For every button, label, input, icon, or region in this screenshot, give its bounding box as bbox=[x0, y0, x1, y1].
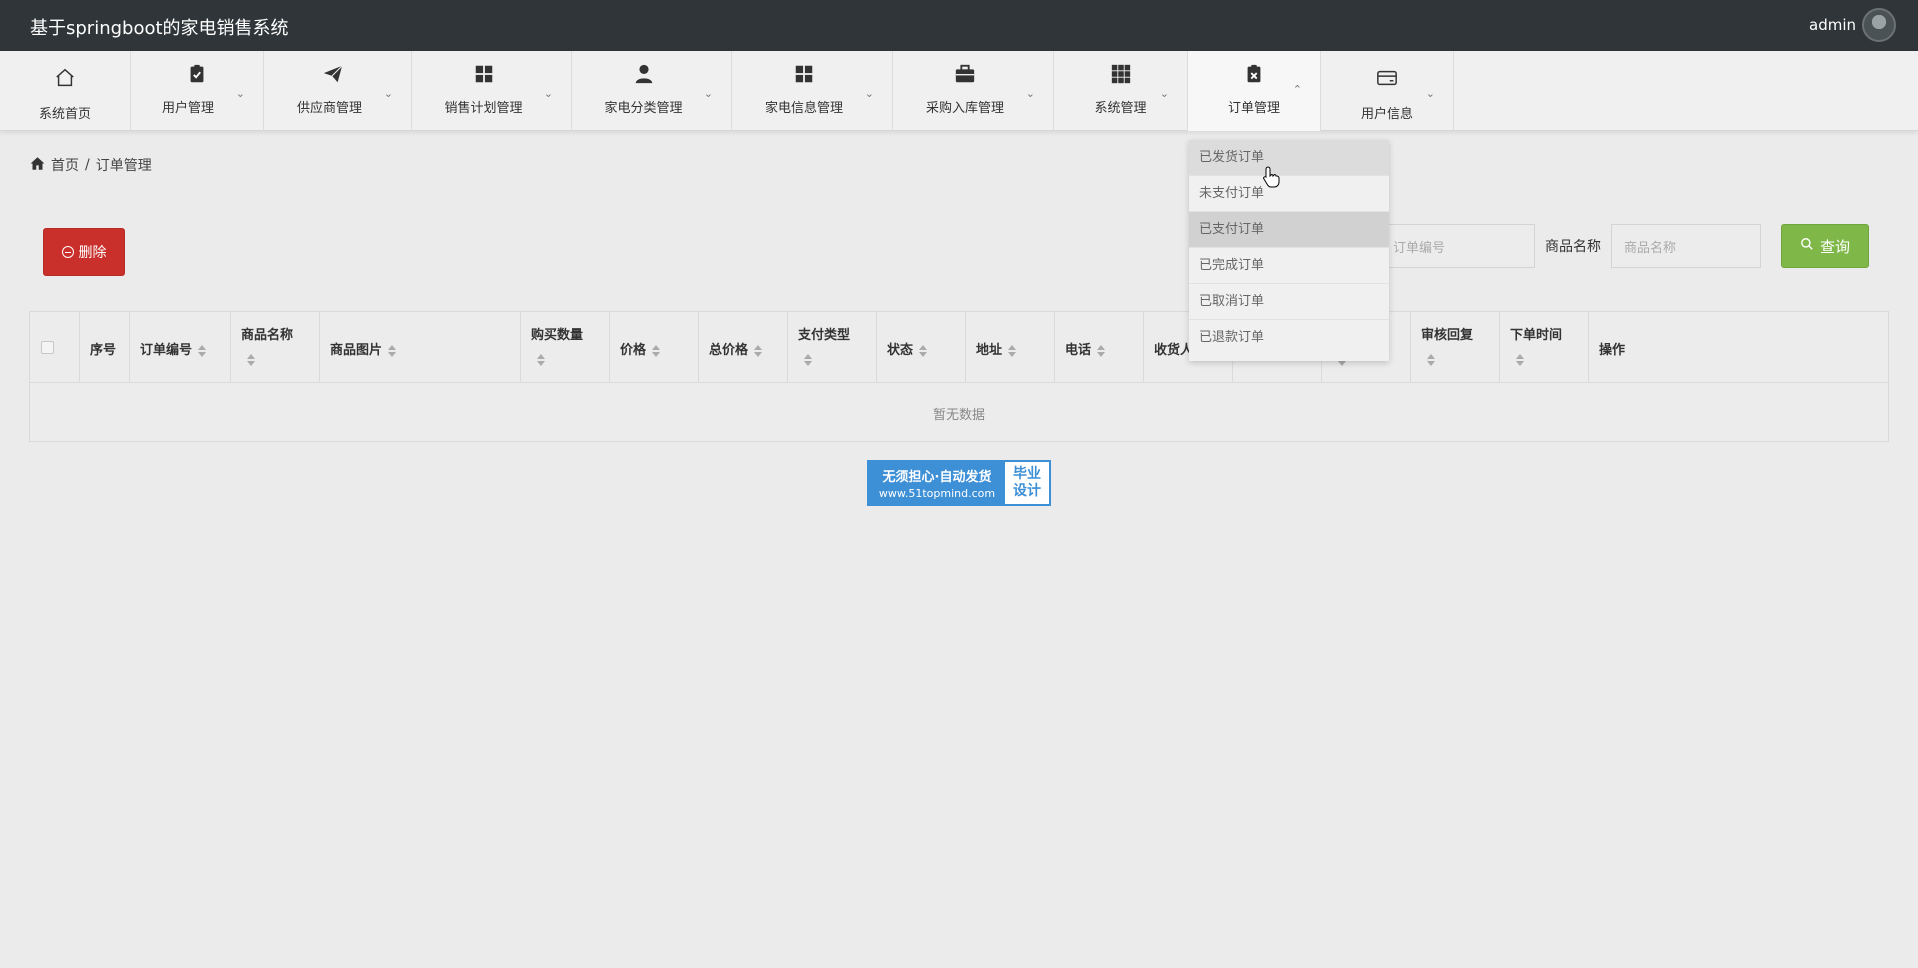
col-total-price[interactable]: 总价格 bbox=[699, 312, 788, 383]
product-name-label: 商品名称 bbox=[1545, 239, 1601, 255]
col-product-image[interactable]: 商品图片 bbox=[320, 312, 521, 383]
chevron-down-icon: ⌄ bbox=[1425, 87, 1435, 100]
select-all-checkbox[interactable] bbox=[41, 341, 54, 354]
sort-icon[interactable] bbox=[1097, 344, 1106, 357]
sort-icon[interactable] bbox=[247, 354, 255, 366]
chevron-down-icon: ⌄ bbox=[235, 87, 245, 100]
home-icon bbox=[0, 67, 130, 89]
sort-icon[interactable] bbox=[388, 344, 397, 357]
promo-right-2: 设计 bbox=[1013, 483, 1041, 499]
promo-right-1: 毕业 bbox=[1013, 466, 1041, 482]
nav-item-appliance-info[interactable]: 家电信息管理 ⌄ bbox=[732, 51, 893, 131]
sort-icon[interactable] bbox=[754, 344, 763, 357]
col-quantity[interactable]: 购买数量 bbox=[521, 312, 610, 383]
nav-label: 订单管理 bbox=[1227, 101, 1280, 116]
menu-item-refunded-orders[interactable]: 已退款订单 bbox=[1189, 320, 1389, 356]
grid-icon bbox=[716, 63, 892, 85]
apps-grid-icon bbox=[1054, 63, 1187, 85]
menu-item-completed-orders[interactable]: 已完成订单 bbox=[1189, 248, 1389, 284]
col-index: 序号 bbox=[80, 312, 130, 383]
col-product-name[interactable]: 商品名称 bbox=[231, 312, 320, 383]
promo-badge[interactable]: 无须担心·自动发货 www.51topmind.com 毕业 设计 bbox=[867, 460, 1051, 506]
briefcase-icon bbox=[877, 63, 1053, 85]
nav-label: 系统首页 bbox=[38, 107, 91, 122]
chevron-down-icon: ⌄ bbox=[703, 87, 713, 100]
promo-line-1: 无须担心·自动发货 bbox=[882, 470, 992, 485]
clipboard-check-icon bbox=[131, 63, 263, 85]
menu-item-paid-orders[interactable]: 已支付订单 bbox=[1189, 212, 1389, 248]
order-no-placeholder: 订单编号 bbox=[1393, 240, 1446, 256]
product-name-input[interactable]: 商品名称 bbox=[1611, 224, 1761, 268]
avatar[interactable] bbox=[1862, 8, 1896, 42]
sort-icon[interactable] bbox=[1008, 344, 1017, 357]
menu-item-unpaid-orders[interactable]: 未支付订单 bbox=[1189, 176, 1389, 212]
sort-icon[interactable] bbox=[1516, 354, 1524, 366]
chevron-down-icon: ⌄ bbox=[1159, 87, 1169, 100]
col-payment-type[interactable]: 支付类型 bbox=[788, 312, 877, 383]
chevron-down-icon: ⌄ bbox=[383, 87, 393, 100]
order-management-dropdown: 已发货订单 未支付订单 已支付订单 已完成订单 已取消订单 已退款订单 bbox=[1189, 140, 1389, 361]
nav-item-purchase[interactable]: 采购入库管理 ⌄ bbox=[893, 51, 1054, 131]
menu-item-cancelled-orders[interactable]: 已取消订单 bbox=[1189, 284, 1389, 320]
chevron-up-icon: ⌃ bbox=[1292, 83, 1302, 96]
col-order-time[interactable]: 下单时间 bbox=[1500, 312, 1589, 383]
col-phone[interactable]: 电话 bbox=[1055, 312, 1144, 383]
sort-icon[interactable] bbox=[919, 344, 928, 357]
sort-icon[interactable] bbox=[804, 354, 812, 366]
username[interactable]: admin bbox=[1809, 16, 1856, 34]
col-review-reply[interactable]: 审核回复 bbox=[1411, 312, 1500, 383]
table-header: 序号 订单编号 商品名称 商品图片 购买数量 价格 总价格 支付类型 状态 地址… bbox=[30, 312, 1888, 383]
nav-item-system[interactable]: 系统管理 ⌄ bbox=[1054, 51, 1188, 131]
empty-state: 暂无数据 bbox=[932, 408, 985, 423]
top-header: 基于springboot的家电销售系统 admin bbox=[0, 0, 1918, 51]
chevron-down-icon: ⌄ bbox=[543, 87, 553, 100]
query-button[interactable]: 查询 bbox=[1781, 224, 1869, 268]
nav-item-user-management[interactable]: 用户管理 ⌄ bbox=[131, 51, 264, 131]
clipboard-x-icon bbox=[1188, 63, 1320, 85]
sort-icon[interactable] bbox=[1427, 354, 1435, 366]
app-title: 基于springboot的家电销售系统 bbox=[30, 18, 289, 39]
nav-label: 用户信息 bbox=[1360, 107, 1413, 122]
sort-icon[interactable] bbox=[198, 344, 207, 357]
nav-item-sales-plan[interactable]: 销售计划管理 ⌄ bbox=[412, 51, 572, 131]
chevron-down-icon: ⌄ bbox=[1025, 87, 1035, 100]
col-status[interactable]: 状态 bbox=[877, 312, 966, 383]
table-header-checkbox-cell bbox=[30, 312, 80, 383]
breadcrumb-home[interactable]: 首页 bbox=[51, 155, 79, 175]
orders-table: 序号 订单编号 商品名称 商品图片 购买数量 价格 总价格 支付类型 状态 地址… bbox=[29, 311, 1889, 442]
user-icon bbox=[556, 63, 731, 85]
promo-url: www.51topmind.com bbox=[878, 487, 996, 500]
col-address[interactable]: 地址 bbox=[966, 312, 1055, 383]
delete-button-label: 删除 bbox=[78, 245, 107, 261]
product-name-placeholder: 商品名称 bbox=[1624, 240, 1677, 256]
hand-cursor-icon bbox=[1263, 166, 1280, 188]
breadcrumb-current: 订单管理 bbox=[95, 158, 152, 174]
menu-item-shipped-orders[interactable]: 已发货订单 bbox=[1189, 140, 1389, 176]
paper-plane-icon bbox=[254, 63, 411, 85]
nav-item-order-management[interactable]: 订单管理 ⌃ bbox=[1188, 51, 1321, 131]
search-icon bbox=[1800, 237, 1814, 255]
minus-circle-icon bbox=[61, 246, 74, 258]
nav-item-home[interactable]: 系统首页 bbox=[0, 51, 131, 131]
query-button-label: 查询 bbox=[1819, 237, 1850, 256]
main-nav: 系统首页 用户管理 ⌄ 供应商管理 ⌄ 销售计划管理 ⌄ 家电分类管理 ⌄ 家电… bbox=[0, 51, 1918, 131]
card-icon bbox=[1321, 67, 1453, 89]
sort-icon[interactable] bbox=[537, 354, 545, 366]
breadcrumb-separator: / bbox=[85, 157, 90, 173]
nav-item-supplier-management[interactable]: 供应商管理 ⌄ bbox=[264, 51, 412, 131]
breadcrumb: 首页 / 订单管理 bbox=[30, 155, 152, 175]
col-actions: 操作 bbox=[1599, 343, 1626, 358]
col-order-no[interactable]: 订单编号 bbox=[130, 312, 231, 383]
sort-icon[interactable] bbox=[652, 344, 661, 357]
grid-icon bbox=[396, 63, 571, 85]
col-price[interactable]: 价格 bbox=[610, 312, 699, 383]
nav-item-category[interactable]: 家电分类管理 ⌄ bbox=[572, 51, 732, 131]
chevron-down-icon: ⌄ bbox=[864, 87, 874, 100]
delete-button[interactable]: 删除 bbox=[43, 228, 125, 276]
home-icon bbox=[30, 156, 45, 175]
order-no-input[interactable]: 订单编号 bbox=[1380, 224, 1535, 268]
nav-item-user-info[interactable]: 用户信息 ⌄ bbox=[1321, 51, 1454, 131]
